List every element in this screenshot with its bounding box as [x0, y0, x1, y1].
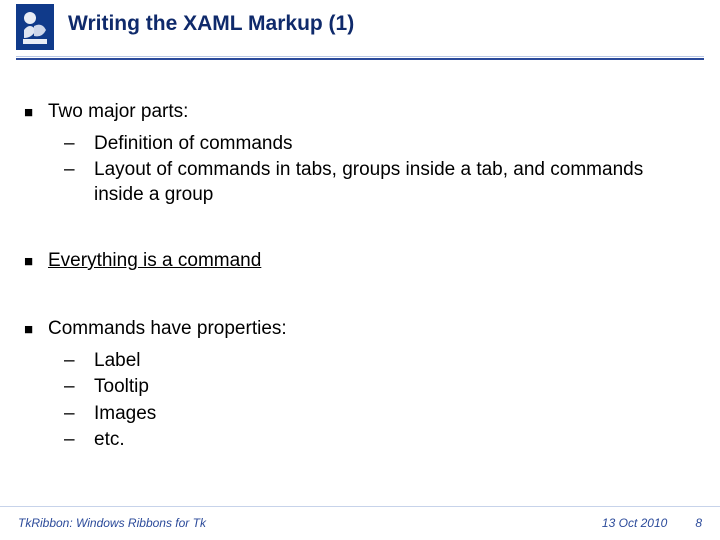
sub-list: – Definition of commands – Layout of com…	[64, 132, 696, 207]
dash-bullet-icon: –	[64, 375, 94, 399]
header: Writing the XAML Markup (1)	[0, 0, 720, 56]
sub-bullet-item: – Images	[64, 402, 696, 426]
dash-bullet-icon: –	[64, 402, 94, 426]
sub-bullet-text: Label	[94, 349, 696, 373]
sub-bullet-text: Layout of commands in tabs, groups insid…	[94, 158, 696, 207]
dash-bullet-icon: –	[64, 132, 94, 156]
slide: Writing the XAML Markup (1) ■ Two major …	[0, 0, 720, 540]
footer-date: 13 Oct 2010	[602, 516, 667, 530]
bullet-text: Commands have properties:	[48, 317, 696, 343]
dash-bullet-icon: –	[64, 158, 94, 207]
logo	[16, 4, 54, 50]
dash-bullet-icon: –	[64, 349, 94, 373]
bullet-item: ■ Commands have properties:	[24, 317, 696, 343]
bullet-item: ■ Everything is a command	[24, 249, 696, 275]
bullet-item: ■ Two major parts:	[24, 100, 696, 126]
footer-right: 13 Oct 2010 8	[602, 516, 702, 530]
footer: TkRibbon: Windows Ribbons for Tk 13 Oct …	[0, 506, 720, 530]
dash-bullet-icon: –	[64, 428, 94, 452]
demokritos-logo-icon	[20, 8, 50, 46]
sub-list: – Label – Tooltip – Images – etc.	[64, 349, 696, 452]
header-rule	[16, 56, 704, 60]
sub-bullet-item: – etc.	[64, 428, 696, 452]
content: ■ Two major parts: – Definition of comma…	[24, 100, 696, 454]
bullet-text: Everything is a command	[48, 249, 696, 275]
sub-bullet-text: Definition of commands	[94, 132, 696, 156]
square-bullet-icon: ■	[24, 100, 48, 126]
sub-bullet-text: Images	[94, 402, 696, 426]
slide-title: Writing the XAML Markup (1)	[68, 12, 354, 36]
sub-bullet-item: – Definition of commands	[64, 132, 696, 156]
sub-bullet-item: – Label	[64, 349, 696, 373]
sub-bullet-text: etc.	[94, 428, 696, 452]
square-bullet-icon: ■	[24, 317, 48, 343]
sub-bullet-item: – Layout of commands in tabs, groups ins…	[64, 158, 696, 207]
footer-left: TkRibbon: Windows Ribbons for Tk	[18, 516, 206, 530]
square-bullet-icon: ■	[24, 249, 48, 275]
sub-bullet-text: Tooltip	[94, 375, 696, 399]
page-number: 8	[695, 516, 702, 530]
sub-bullet-item: – Tooltip	[64, 375, 696, 399]
bullet-text: Two major parts:	[48, 100, 696, 126]
